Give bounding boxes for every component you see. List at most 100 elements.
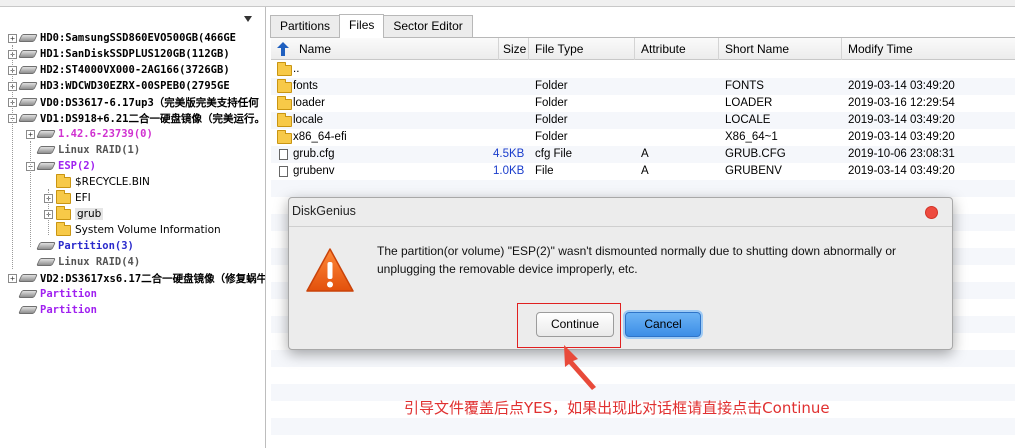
tree-item-label: VD2:DS3617xs6.17二合一硬盘镜像（修复蜗牛: [40, 272, 266, 285]
disk-icon: [18, 98, 38, 106]
tree-item[interactable]: Linux RAID(4): [26, 254, 140, 270]
column-file-type[interactable]: File Type: [529, 38, 635, 60]
tree-item-label: System Volume Information: [75, 224, 221, 236]
tree-item[interactable]: + grub: [44, 205, 104, 222]
tree-item-label: EFI: [75, 192, 91, 204]
expand-icon[interactable]: +: [26, 129, 35, 139]
table-row[interactable]: x86_64-efi Folder X86_64~1 2019-03-14 03:49…: [271, 129, 1015, 146]
tree-item-label: HD0:SamsungSSD860EVO500GB(466GE: [40, 32, 236, 44]
partition-icon: [36, 242, 56, 250]
cell-short: FONTS: [725, 80, 764, 92]
column-modify-time[interactable]: Modify Time: [842, 38, 1015, 60]
partition-icon: [18, 306, 38, 314]
tree-item-label: ESP(2): [58, 160, 96, 172]
warning-icon: [306, 248, 354, 292]
column-size[interactable]: Size: [499, 38, 529, 60]
column-short-name[interactable]: Short Name: [719, 38, 842, 60]
partition-icon: [36, 258, 56, 266]
tree-item[interactable]: Partition: [8, 302, 97, 318]
cell-size: 1.0KB: [493, 165, 525, 177]
up-folder-icon[interactable]: [277, 42, 289, 56]
close-icon[interactable]: [925, 206, 938, 219]
table-row[interactable]: fonts Folder FONTS 2019-03-14 03:49:20: [271, 78, 1015, 95]
tree-item[interactable]: + HD1:SanDiskSSDPLUS120GB(112GB): [8, 46, 230, 62]
partition-icon: [36, 130, 56, 138]
cancel-button[interactable]: Cancel: [625, 312, 701, 337]
file-list-header: Name Size File Type Attribute Short Name…: [271, 38, 1015, 60]
tree-item[interactable]: Partition: [8, 286, 97, 302]
partition-icon: [18, 290, 38, 298]
annotation-arrow-icon: [564, 345, 596, 390]
dialog-message: The partition(or volume) "ESP(2)" wasn't…: [377, 244, 897, 276]
cell-attr: A: [641, 165, 649, 177]
expand-icon[interactable]: +: [8, 33, 17, 43]
cell-name: x86_64-efi: [293, 131, 347, 143]
tree-item[interactable]: Partition(3): [26, 238, 134, 254]
table-row[interactable]: loader Folder LOADER 2019-03-16 12:29:54: [271, 95, 1015, 112]
partition-tree[interactable]: + HD0:SamsungSSD860EVO500GB(466GE + HD1:San…: [0, 7, 266, 448]
tree-item[interactable]: + VD2:DS3617xs6.17二合一硬盘镜像（修复蜗牛: [8, 270, 266, 286]
tree-item-label: VD1:DS918+6.21二合一硬盘镜像（完美运行。: [40, 112, 266, 125]
folder-icon: [56, 205, 71, 220]
folder-icon: [277, 96, 292, 110]
cell-type: cfg File: [535, 148, 573, 160]
tab-sector-editor[interactable]: Sector Editor: [383, 15, 473, 37]
tree-item-label: $RECYCLE.BIN: [75, 176, 150, 188]
table-row[interactable]: locale Folder LOCALE 2019-03-14 03:49:20: [271, 112, 1015, 129]
tree-guide-line: [30, 141, 31, 247]
tree-item[interactable]: + HD0:SamsungSSD860EVO500GB(466GE: [8, 30, 236, 46]
column-name[interactable]: Name: [293, 38, 499, 60]
tree-item-label: HD3:WDCWD30EZRX-00SPEB0(2795GE: [40, 80, 230, 92]
highlight-box: [517, 303, 621, 348]
cell-mtime: 2019-03-16 12:29:54: [848, 97, 955, 109]
tree-item[interactable]: + VD0:DS3617-6.17up3（完美版完美支持任何: [8, 94, 259, 110]
cell-type: Folder: [535, 114, 568, 126]
tab-bar: Partitions Files Sector Editor: [270, 14, 473, 38]
cell-name: loader: [293, 97, 325, 109]
tree-item[interactable]: +1.42.6-23739(0): [26, 126, 153, 142]
table-row[interactable]: grubenv 1.0KB File A GRUBENV 2019-03-14 03:49…: [271, 163, 1015, 180]
disk-icon: [18, 66, 38, 74]
tree-scroll-up-icon[interactable]: [244, 16, 252, 22]
folder-icon: [277, 113, 292, 127]
tree-item[interactable]: + EFI: [44, 189, 91, 206]
expand-icon[interactable]: +: [8, 273, 17, 283]
tab-partitions[interactable]: Partitions: [270, 15, 341, 37]
cell-type: File: [535, 165, 554, 177]
column-attribute[interactable]: Attribute: [635, 38, 719, 60]
folder-icon: [277, 130, 292, 144]
tree-item-label: VD0:DS3617-6.17up3（完美版完美支持任何: [40, 96, 259, 109]
tree-item[interactable]: Linux RAID(1): [26, 142, 140, 158]
folder-icon: [56, 173, 71, 188]
tree-item[interactable]: − VD1:DS918+6.21二合一硬盘镜像（完美运行。: [8, 110, 265, 126]
disk-icon: [18, 82, 38, 90]
tree-item[interactable]: − ESP(2): [26, 158, 96, 174]
tree-item[interactable]: + HD3:WDCWD30EZRX-00SPEB0(2795GE: [8, 78, 230, 94]
disk-icon: [18, 114, 38, 122]
cell-type: Folder: [535, 131, 568, 143]
cell-short: LOCALE: [725, 114, 771, 126]
tree-item[interactable]: + HD2:ST4000VX000-2AG166(3726GB): [8, 62, 230, 78]
row-stripe: [271, 350, 1015, 367]
tree-item[interactable]: System Volume Information: [44, 221, 221, 238]
annotation-note: 引导文件覆盖后点YES，如果出现此对话框请直接点击Continue: [404, 399, 830, 417]
tree-item-label: HD2:ST4000VX000-2AG166(3726GB): [40, 64, 230, 76]
tab-files[interactable]: Files: [339, 14, 385, 38]
tree-item[interactable]: $RECYCLE.BIN: [44, 173, 150, 190]
cell-attr: A: [641, 148, 649, 160]
folder-icon: [56, 221, 71, 236]
tree-item-label: HD1:SanDiskSSDPLUS120GB(112GB): [40, 48, 230, 60]
tree-item-label: Partition: [40, 304, 97, 316]
tree-guide-line: [12, 45, 13, 269]
folder-icon: [56, 189, 71, 204]
row-stripe: [271, 180, 1015, 197]
table-row[interactable]: grub.cfg 4.5KB cfg File A GRUB.CFG 2019-10-06…: [271, 146, 1015, 163]
tree-item-label: Partition(3): [58, 240, 134, 252]
table-row[interactable]: ..: [271, 61, 1015, 78]
cell-short: X86_64~1: [725, 131, 778, 143]
disk-icon: [18, 34, 38, 42]
cell-mtime: 2019-03-14 03:49:20: [848, 114, 955, 126]
